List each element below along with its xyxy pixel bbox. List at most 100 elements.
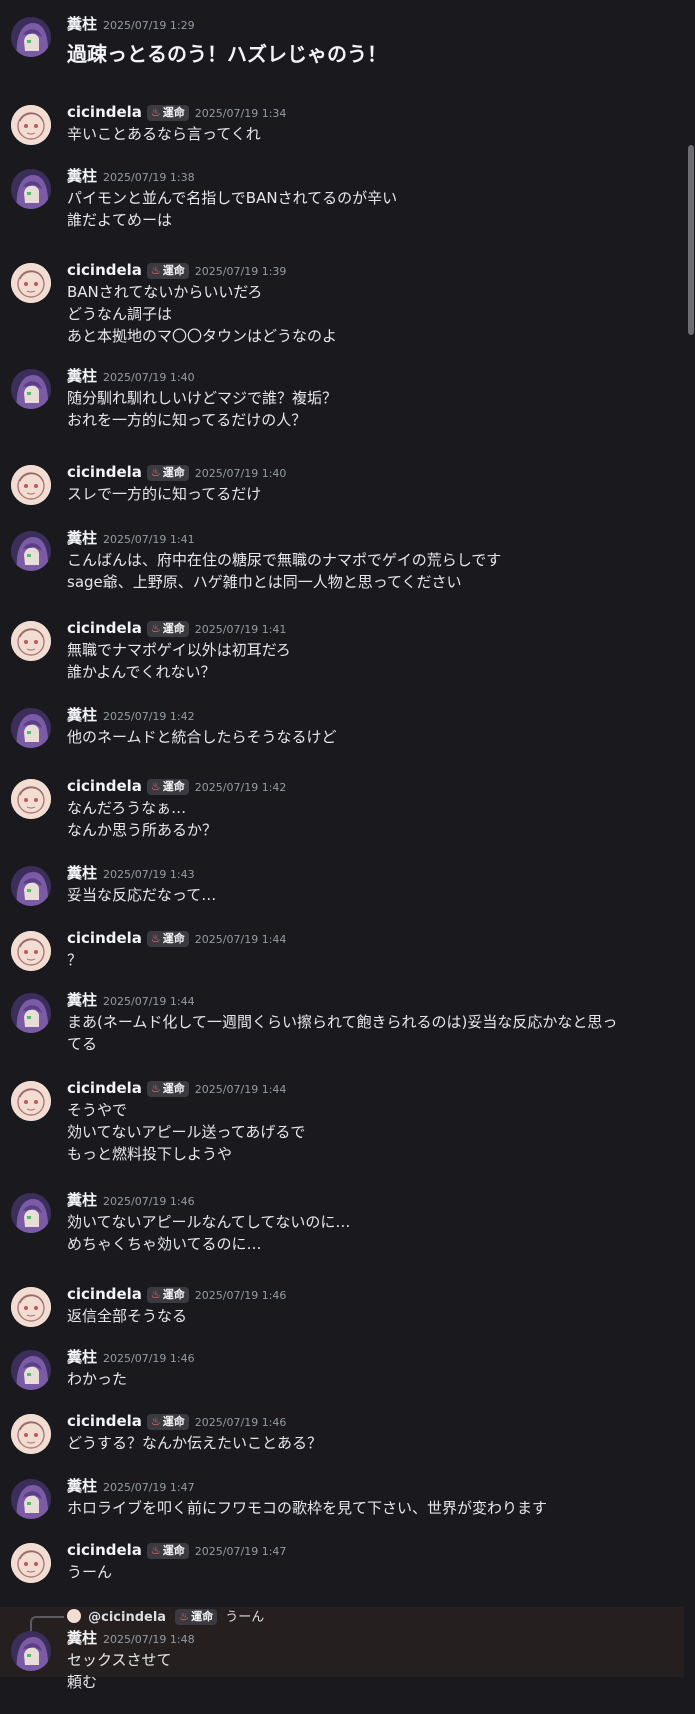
role-badge[interactable]: ♨ 運命	[146, 105, 189, 121]
message-text: sage爺、上野原、ハゲ雑巾とは同一人物と思ってください	[67, 573, 462, 591]
avatar[interactable]	[11, 1414, 51, 1454]
timestamp: 2025/07/19 1:38	[103, 171, 195, 184]
flame-icon: ♨	[150, 1544, 161, 1557]
avatar[interactable]	[11, 263, 51, 303]
avatar[interactable]	[11, 369, 51, 409]
username[interactable]: 糞柱	[67, 167, 97, 185]
role-badge[interactable]: ♨ 運命	[146, 1414, 189, 1430]
message-header: 糞柱 2025/07/19 1:29	[67, 14, 195, 36]
role-badge[interactable]: ♨ 運命	[146, 931, 189, 947]
flame-icon: ♨	[150, 780, 161, 793]
username[interactable]: 糞柱	[67, 1191, 97, 1209]
username[interactable]: 糞柱	[67, 864, 97, 882]
message-text: 効いてないアピール送ってあげるで	[67, 1123, 306, 1141]
role-badge-label: 運命	[162, 780, 185, 793]
message-text: 辛いことあるなら言ってくれ	[67, 125, 261, 143]
role-badge-label: 運命	[162, 1415, 185, 1428]
username[interactable]: cicindela	[67, 1412, 142, 1430]
username[interactable]: 糞柱	[67, 1477, 97, 1495]
reply-text: うーん	[225, 1610, 265, 1625]
timestamp: 2025/07/19 1:46	[103, 1195, 195, 1208]
message-text: まあ(ネームド化して一週間くらい擦られて飽きられるのは)妥当な反応かなと思っ	[67, 1013, 618, 1031]
message-text: 無職でナマポゲイ以外は初耳だろ	[67, 641, 291, 659]
message-text: セックスさせて	[67, 1651, 172, 1669]
flame-icon: ♨	[150, 264, 161, 277]
username[interactable]: 糞柱	[67, 367, 97, 385]
username[interactable]: cicindela	[67, 777, 142, 795]
message-header: 糞柱 2025/07/19 1:43	[67, 863, 195, 885]
timestamp: 2025/07/19 1:47	[194, 1545, 287, 1558]
timestamp: 2025/07/19 1:47	[103, 1481, 195, 1494]
message-header: 糞柱 2025/07/19 1:38	[67, 166, 195, 188]
message-text: そうやで	[67, 1101, 128, 1119]
username[interactable]: 糞柱	[67, 1348, 97, 1366]
username[interactable]: 糞柱	[67, 529, 97, 547]
message-text: 返信全部そうなる	[67, 1307, 188, 1325]
role-badge[interactable]: ♨ 運命	[146, 465, 189, 481]
message-text: BANされてないからいいだろ	[67, 283, 263, 301]
role-badge[interactable]: ♨ 運命	[146, 1081, 189, 1097]
message-header: cicindela ♨ 運命 2025/07/19 1:44	[67, 1078, 286, 1100]
role-badge-label: 運命	[162, 106, 185, 119]
role-badge-label: 運命	[162, 1544, 185, 1557]
avatar[interactable]	[11, 1081, 51, 1121]
message-header: 糞柱 2025/07/19 1:42	[67, 705, 195, 727]
username[interactable]: 糞柱	[67, 1629, 97, 1647]
message-header: cicindela ♨ 運命 2025/07/19 1:41	[67, 618, 286, 640]
avatar[interactable]	[11, 105, 51, 145]
avatar[interactable]	[11, 779, 51, 819]
username[interactable]: cicindela	[67, 619, 142, 637]
message-header: 糞柱 2025/07/19 1:41	[67, 528, 195, 550]
role-badge[interactable]: ♨ 運命	[146, 1543, 189, 1559]
avatar[interactable]	[11, 1287, 51, 1327]
message-header: 糞柱 2025/07/19 1:44	[67, 990, 195, 1012]
avatar[interactable]	[11, 465, 51, 505]
username[interactable]: cicindela	[67, 1541, 142, 1559]
message-header: 糞柱 2025/07/19 1:46	[67, 1190, 195, 1212]
avatar[interactable]	[11, 1193, 51, 1233]
reply-avatar-icon	[67, 1609, 81, 1623]
message-text: ？	[67, 951, 83, 969]
scrollbar-thumb[interactable]	[688, 145, 694, 335]
username[interactable]: cicindela	[67, 1285, 142, 1303]
username[interactable]: cicindela	[67, 1079, 142, 1097]
username[interactable]: cicindela	[67, 103, 142, 121]
role-badge[interactable]: ♨ 運命	[146, 621, 189, 637]
timestamp: 2025/07/19 1:46	[194, 1289, 287, 1302]
message-header: cicindela ♨ 運命 2025/07/19 1:44	[67, 928, 286, 950]
username[interactable]: cicindela	[67, 929, 142, 947]
avatar[interactable]	[11, 1350, 51, 1390]
avatar[interactable]	[11, 17, 51, 57]
avatar[interactable]	[11, 708, 51, 748]
avatar[interactable]	[11, 621, 51, 661]
avatar[interactable]	[11, 931, 51, 971]
role-badge[interactable]: ♨ 運命	[146, 779, 189, 795]
flame-icon: ♨	[150, 1082, 161, 1095]
timestamp: 2025/07/19 1:44	[194, 1083, 287, 1096]
avatar[interactable]	[11, 169, 51, 209]
avatar[interactable]	[11, 1543, 51, 1583]
timestamp: 2025/07/19 1:44	[194, 933, 287, 946]
timestamp: 2025/07/19 1:41	[194, 623, 287, 636]
reply-reference[interactable]: @cicindela ♨ 運命 うーん	[67, 1609, 264, 1627]
avatar[interactable]	[11, 993, 51, 1033]
username[interactable]: cicindela	[67, 261, 142, 279]
message-header: cicindela ♨ 運命 2025/07/19 1:39	[67, 260, 286, 282]
message-text: 誰だよてめーは	[67, 211, 173, 229]
message-text: おれを一方的に知ってるだけの人？	[67, 411, 307, 429]
avatar[interactable]	[11, 531, 51, 571]
avatar[interactable]	[11, 866, 51, 906]
username[interactable]: 糞柱	[67, 706, 97, 724]
username[interactable]: cicindela	[67, 463, 142, 481]
role-badge-label: 運命	[162, 1288, 185, 1301]
username[interactable]: 糞柱	[67, 991, 97, 1009]
role-badge[interactable]: ♨ 運命	[146, 263, 189, 279]
avatar[interactable]	[11, 1479, 51, 1519]
reply-mention[interactable]: @cicindela	[88, 1610, 166, 1625]
timestamp: 2025/07/19 1:46	[103, 1352, 195, 1365]
flame-icon: ♨	[179, 1610, 190, 1623]
username[interactable]: 糞柱	[67, 15, 97, 33]
avatar[interactable]	[11, 1631, 51, 1671]
timestamp: 2025/07/19 1:42	[194, 781, 287, 794]
role-badge[interactable]: ♨ 運命	[146, 1287, 189, 1303]
